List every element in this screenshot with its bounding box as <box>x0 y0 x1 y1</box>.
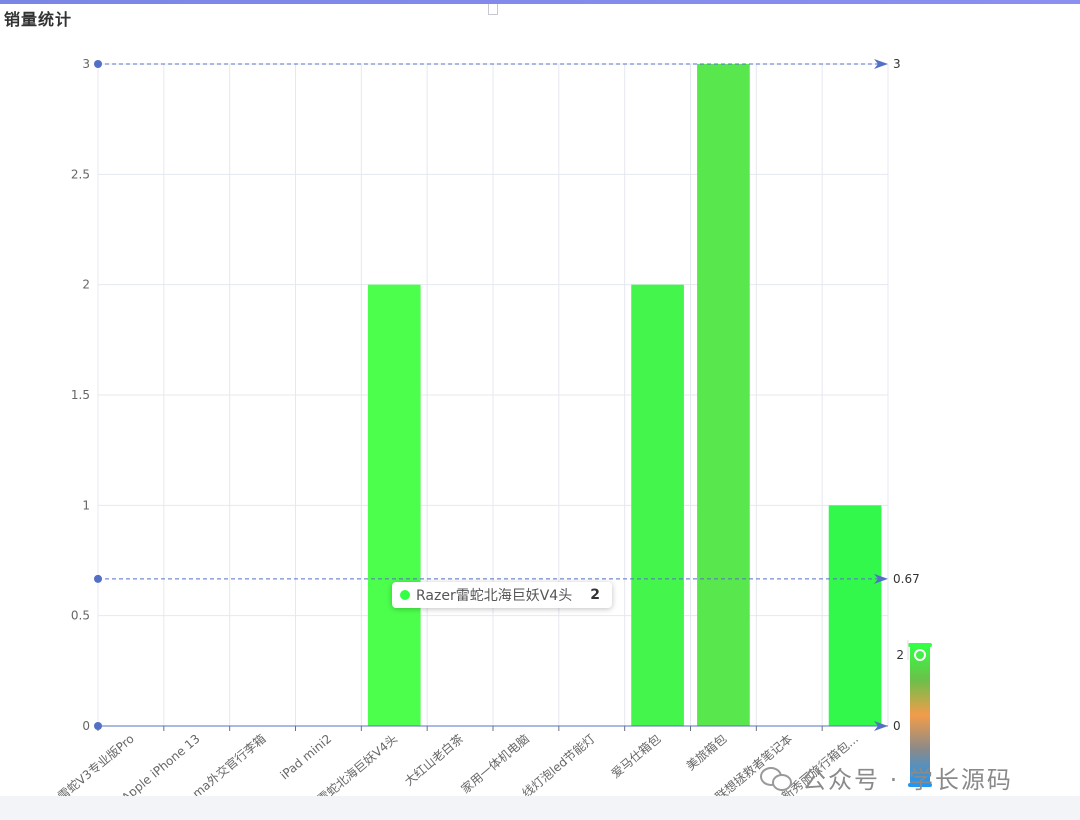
tooltip-value: 2 <box>590 587 600 603</box>
tooltip-name: Razer雷蛇北海巨妖V4头 <box>416 588 573 604</box>
bar-chart: 00.511.522.53雷蛇V3专业版ProApple iPhone 13ma… <box>55 57 932 800</box>
mark-line-start <box>94 60 102 68</box>
x-tick-label: iPad mini2 <box>278 732 335 783</box>
chart-tooltip: Razer雷蛇北海巨妖V4头 2 <box>392 582 612 608</box>
mark-line-start <box>94 574 102 583</box>
y-tick-label: 1.5 <box>71 388 90 402</box>
y-tick-label: 0 <box>82 719 90 733</box>
x-tick-label: 大红山老白茶 <box>401 731 466 789</box>
x-tick-label: 家用一体机电脑 <box>458 731 532 796</box>
tooltip-series-dot <box>400 590 410 600</box>
y-tick-label: 0.5 <box>71 609 90 623</box>
mark-line-label: 0 <box>893 719 901 733</box>
mark-line-start <box>94 722 102 730</box>
bar-11 <box>828 505 882 726</box>
x-tick-label: 美旅箱包 <box>683 731 729 773</box>
visualmap-top-handle <box>908 643 932 647</box>
bar-4 <box>367 284 421 726</box>
y-tick-label: 3 <box>82 57 90 71</box>
x-tick-label: 爱马仕箱包 <box>608 731 664 781</box>
y-tick-label: 1 <box>82 498 90 512</box>
bar-9 <box>697 64 750 726</box>
visualmap-handle-label: 2 <box>896 648 904 662</box>
y-tick-label: 2.5 <box>71 167 90 181</box>
mark-line-label: 0.67 <box>893 572 920 586</box>
y-tick-label: 2 <box>82 278 90 292</box>
wechat-icon <box>760 765 794 791</box>
mark-line-label: 3 <box>893 57 901 71</box>
watermark-text: 公众号 · 学长源码 <box>802 766 1013 794</box>
watermark: 公众号 · 学长源码 <box>760 760 1013 795</box>
bar-8 <box>631 284 684 726</box>
footer-strip <box>0 796 1080 820</box>
